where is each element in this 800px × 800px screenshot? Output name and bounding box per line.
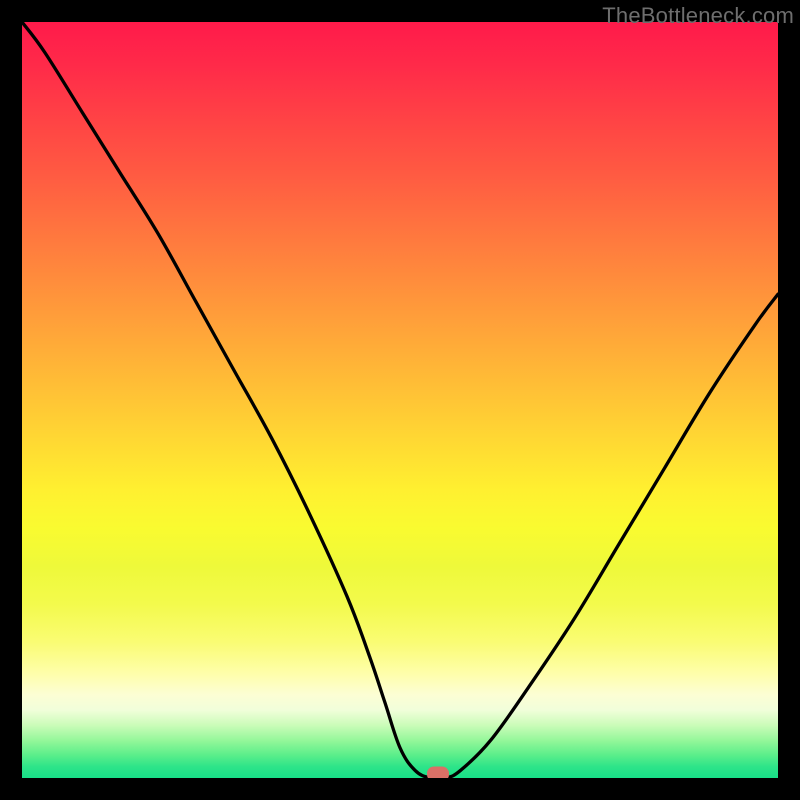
watermark-text: TheBottleneck.com	[602, 3, 794, 29]
bottleneck-curve-path	[22, 22, 778, 778]
chart-frame: TheBottleneck.com	[0, 0, 800, 800]
plot-area	[22, 22, 778, 778]
marker-dot	[427, 767, 449, 778]
chart-svg	[22, 22, 778, 778]
